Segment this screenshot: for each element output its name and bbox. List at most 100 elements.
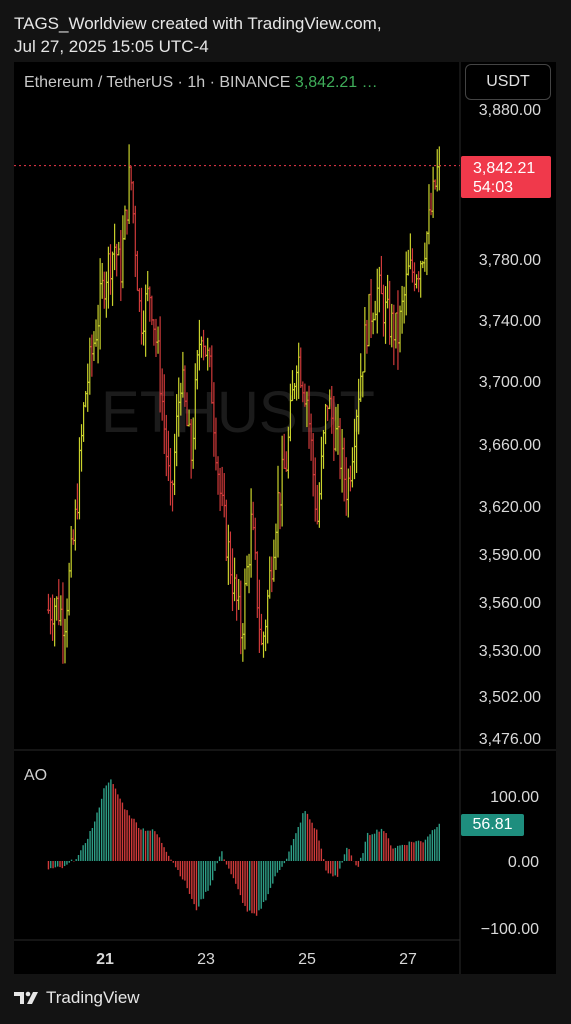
ohlc-bar xyxy=(400,285,404,334)
time-tick-label: 23 xyxy=(197,951,215,968)
ohlc-bar xyxy=(231,548,235,612)
ohlc-bar xyxy=(55,596,59,621)
price-tick-label: 3,502.00 xyxy=(479,689,541,706)
ohlc-bar xyxy=(197,319,201,371)
ohlc-bar xyxy=(224,499,228,562)
ohlc-bar xyxy=(216,456,220,495)
ohlc-bar xyxy=(142,310,146,346)
price-tick-label: 3,780.00 xyxy=(479,252,541,269)
ao-value-label: 56.81 xyxy=(461,814,524,836)
ohlc-bar xyxy=(171,480,175,512)
ohlc-bar xyxy=(125,209,129,235)
ohlc-bar xyxy=(264,619,268,652)
ohlc-bar xyxy=(270,556,274,593)
instrument-price: 3,842.21 … xyxy=(294,74,378,91)
ohlc-bar xyxy=(243,568,247,650)
ohlc-bar xyxy=(427,184,431,245)
ohlc-bar xyxy=(272,539,276,582)
ohlc-bar xyxy=(319,436,323,500)
time-tick-label: 25 xyxy=(298,951,316,968)
ohlc-bar xyxy=(249,488,253,578)
instrument-label: Ethereum / TetherUS · 1h · BINANCE xyxy=(24,74,291,91)
ohlc-bar xyxy=(257,579,261,653)
currency-button[interactable]: USDT xyxy=(465,64,551,100)
ohlc-bar xyxy=(206,337,210,371)
ohlc-bar xyxy=(152,319,156,346)
ohlc-bar xyxy=(315,484,319,525)
price-tick-label: 3,590.00 xyxy=(479,547,541,564)
ohlc-bar xyxy=(133,205,137,277)
ohlc-bar xyxy=(384,286,388,344)
ohlc-bar xyxy=(381,284,385,337)
ohlc-bar xyxy=(350,447,354,488)
ohlc-bar xyxy=(148,286,152,322)
ohlc-bar xyxy=(137,288,141,312)
ohlc-bar xyxy=(280,435,284,527)
ohlc-bar xyxy=(365,319,369,354)
ohlc-bar xyxy=(417,271,421,293)
ohlc-bar xyxy=(278,492,282,530)
ohlc-bar xyxy=(150,295,154,326)
ohlc-bar xyxy=(239,580,243,655)
ohlc-bar xyxy=(168,448,172,506)
ohlc-bar xyxy=(408,233,412,270)
ohlc-bar xyxy=(406,249,410,276)
ohlc-bar xyxy=(241,623,245,662)
ohlc-bar xyxy=(102,271,106,309)
ohlc-bar xyxy=(119,229,123,302)
ohlc-bar xyxy=(253,517,257,560)
ohlc-bar xyxy=(135,250,139,292)
ohlc-bar xyxy=(251,501,255,531)
ohlc-bar xyxy=(369,278,373,338)
ohlc-bar xyxy=(363,306,367,373)
ohlc-bar xyxy=(425,231,429,276)
ohlc-bar xyxy=(274,523,278,570)
price-tick-label: 3,560.00 xyxy=(479,595,541,612)
ohlc-bar xyxy=(90,334,94,377)
ohlc-bar xyxy=(69,525,73,578)
price-tick-label: 3,740.00 xyxy=(479,313,541,330)
ohlc-bar xyxy=(57,579,61,626)
ohlc-bar xyxy=(86,363,90,412)
ao-indicator-title[interactable]: AO xyxy=(24,767,47,785)
instrument-legend[interactable]: Ethereum / TetherUS · 1h · BINANCE 3,842… xyxy=(24,74,378,92)
tradingview-footer: TradingView xyxy=(14,988,140,1008)
ao-axis[interactable]: 100.00 0.00 −100.00 xyxy=(481,789,539,938)
ohlc-bar xyxy=(404,251,408,316)
price-tick-label: 3,476.00 xyxy=(479,731,541,748)
ohlc-bar xyxy=(402,286,406,324)
time-tick-label: 21 xyxy=(96,951,114,968)
ohlc-bar xyxy=(61,582,65,664)
ohlc-bar xyxy=(348,465,352,492)
ohlc-bar xyxy=(106,246,110,309)
ohlc-bar xyxy=(396,290,400,370)
ohlc-bar xyxy=(421,260,425,269)
ohlc-bar xyxy=(375,268,379,334)
ohlc-bar xyxy=(115,243,119,277)
ohlc-bar xyxy=(415,274,419,289)
last-price-value: 3,842.21 xyxy=(473,160,536,177)
ohlc-bar xyxy=(226,524,230,585)
price-tick-label: 3,880.00 xyxy=(479,102,541,119)
ohlc-bar xyxy=(388,280,392,345)
ohlc-bar xyxy=(386,274,390,309)
time-axis[interactable]: 21 23 25 27 xyxy=(96,951,417,968)
price-tick-label: 3,700.00 xyxy=(479,374,541,391)
ohlc-bar xyxy=(317,482,321,528)
ohlc-bar xyxy=(247,553,251,594)
ohlc-bar xyxy=(140,287,144,345)
ohlc-bar xyxy=(77,437,81,520)
chart-canvas[interactable]: ETHUSDT 3,880.003,780.003,740.003,700.00… xyxy=(0,0,571,1024)
ohlc-bar xyxy=(154,318,158,358)
ohlc-bar xyxy=(104,271,108,318)
ohlc-bar xyxy=(259,613,263,646)
ohlc-bar xyxy=(284,451,288,472)
ohlc-bar xyxy=(379,255,383,295)
price-axis[interactable]: 3,880.00 3,780.00 3,740.00 3,700.00 3,660.00… xyxy=(479,102,541,748)
ohlc-bar xyxy=(96,304,100,364)
ohlc-bar xyxy=(313,457,317,522)
ohlc-bar xyxy=(222,473,226,518)
ohlc-bar xyxy=(266,589,270,644)
ohlc-bar xyxy=(108,244,112,295)
ohlc-bar xyxy=(218,467,222,512)
